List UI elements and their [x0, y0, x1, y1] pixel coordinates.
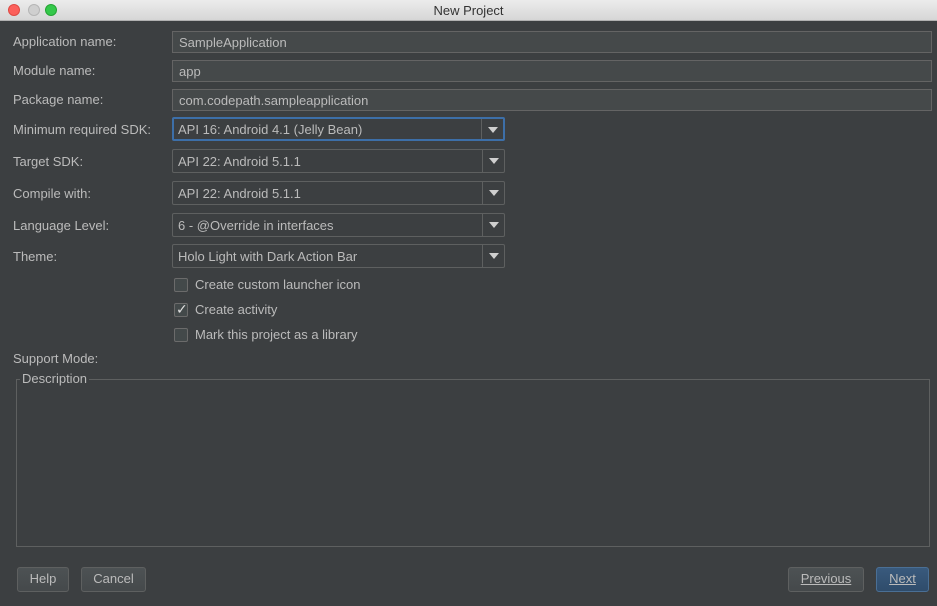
target-sdk-value: API 22: Android 5.1.1 [178, 154, 301, 169]
theme-dropdown[interactable]: Holo Light with Dark Action Bar [172, 244, 505, 268]
package-name-label: Package name: [13, 92, 104, 107]
chevron-down-icon[interactable] [482, 150, 504, 172]
chevron-down-icon[interactable] [482, 245, 504, 267]
chevron-down-icon[interactable] [482, 214, 504, 236]
previous-button[interactable]: Previous [788, 567, 864, 592]
min-sdk-value: API 16: Android 4.1 (Jelly Bean) [178, 122, 363, 137]
next-button[interactable]: Next [876, 567, 929, 592]
description-title: Description [20, 371, 90, 386]
theme-value: Holo Light with Dark Action Bar [178, 249, 358, 264]
theme-label: Theme: [13, 249, 58, 264]
application-name-label: Application name: [13, 34, 117, 49]
min-sdk-label: Minimum required SDK: [13, 122, 151, 137]
package-name-field[interactable]: com.codepath.sampleapplication [172, 89, 932, 111]
target-sdk-dropdown[interactable]: API 22: Android 5.1.1 [172, 149, 505, 173]
language-level-label: Language Level: [13, 218, 110, 233]
compile-with-dropdown[interactable]: API 22: Android 5.1.1 [172, 181, 505, 205]
create-activity-label: Create activity [195, 302, 278, 317]
compile-with-label: Compile with: [13, 186, 92, 201]
chevron-down-icon[interactable] [481, 119, 503, 139]
create-activity-checkbox[interactable]: ✓ [174, 301, 188, 317]
cancel-button[interactable]: Cancel [81, 567, 146, 592]
library-label: Mark this project as a library [195, 327, 358, 342]
module-name-label: Module name: [13, 63, 96, 78]
help-button[interactable]: Help [17, 567, 69, 592]
target-sdk-label: Target SDK: [13, 154, 84, 169]
support-mode-label: Support Mode: [13, 351, 99, 366]
chevron-down-icon[interactable] [482, 182, 504, 204]
title-bar: New Project [0, 0, 937, 21]
custom-launcher-icon-checkbox[interactable] [174, 278, 188, 292]
library-checkbox[interactable] [174, 328, 188, 342]
check-icon: ✓ [176, 301, 188, 317]
application-name-field[interactable]: SampleApplication [172, 31, 932, 53]
compile-with-value: API 22: Android 5.1.1 [178, 186, 301, 201]
language-level-value: 6 - @Override in interfaces [178, 218, 334, 233]
custom-launcher-icon-label: Create custom launcher icon [195, 277, 361, 292]
language-level-dropdown[interactable]: 6 - @Override in interfaces [172, 213, 505, 237]
window-title: New Project [433, 3, 504, 18]
description-panel [16, 379, 930, 547]
min-sdk-dropdown[interactable]: API 16: Android 4.1 (Jelly Bean) [172, 117, 505, 141]
module-name-field[interactable]: app [172, 60, 932, 82]
